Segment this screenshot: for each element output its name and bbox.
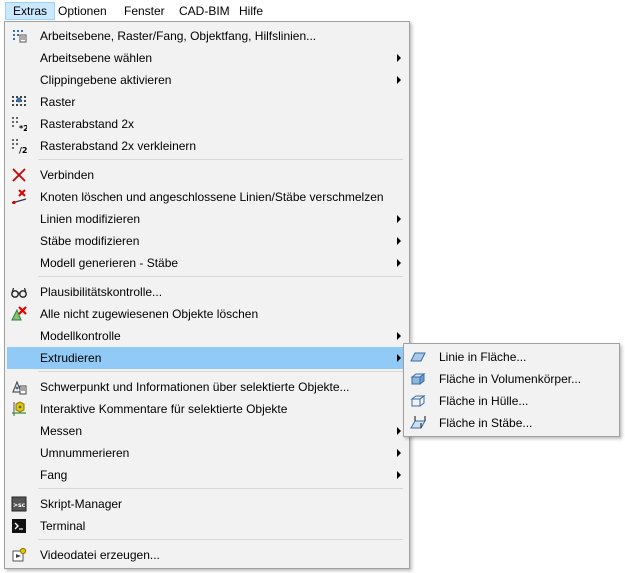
menu-item-select-workplane[interactable]: Arbeitsebene wählen: [7, 47, 407, 69]
menu-item-interactive-comments[interactable]: Interaktive Kommentare für selektierte O…: [7, 398, 407, 420]
menu-item-delete-node[interactable]: Knoten löschen und angeschlossene Linien…: [7, 186, 407, 208]
menu-item-label: Interaktive Kommentare für selektierte O…: [40, 402, 288, 416]
menu-item-grid[interactable]: Raster: [7, 91, 407, 113]
delete-unassigned-icon: [11, 306, 27, 321]
menu-optionen[interactable]: Optionen: [51, 2, 114, 20]
menu-item-label: Videodatei erzeugen...: [40, 548, 160, 562]
menu-item-grid-halve[interactable]: /2 Rasterabstand 2x verkleinern: [7, 135, 407, 157]
menu-item-label: Stäbe modifizieren: [40, 234, 140, 248]
menu-item-measure[interactable]: Messen: [7, 420, 407, 442]
menu-item-label: Rasterabstand 2x verkleinern: [40, 139, 197, 153]
extrude-submenu: Linie in Fläche... Fläche in Volumenkörp…: [403, 343, 620, 437]
menu-separator: [38, 539, 403, 540]
menu-extras[interactable]: Extras: [5, 2, 56, 20]
menu-separator: [38, 488, 403, 489]
submenu-arrow-icon: [397, 449, 401, 457]
menu-item-label: Skript-Manager: [40, 497, 123, 511]
comment-icon: [12, 401, 26, 416]
submenu-item-label: Fläche in Hülle...: [439, 394, 529, 408]
centroid-info-icon: [12, 380, 27, 395]
menu-hilfe[interactable]: Hilfe: [232, 2, 270, 20]
menu-item-label: Messen: [40, 424, 83, 438]
grid-icon: [12, 96, 26, 106]
menu-item-modify-members[interactable]: Stäbe modifizieren: [7, 230, 407, 252]
menu-item-label: Plausibilitätskontrolle...: [40, 285, 163, 299]
menu-separator: [38, 159, 403, 160]
menu-separator: [38, 276, 403, 277]
svg-text:/2: /2: [19, 146, 27, 154]
menu-separator: [38, 371, 403, 372]
menu-item-connect[interactable]: Verbinden: [7, 164, 407, 186]
menu-item-terminal[interactable]: Terminal: [7, 515, 407, 537]
menu-item-clipping-plane[interactable]: Clippingebene aktivieren: [7, 69, 407, 91]
submenu-arrow-icon: [397, 215, 401, 223]
menu-item-label: Rasterabstand 2x: [40, 117, 135, 131]
script-manager-icon: >sc: [11, 496, 27, 512]
surface-to-members-icon: [410, 416, 426, 429]
menu-item-label: Alle nicht zugewiesenen Objekte löschen: [40, 307, 259, 321]
submenu-arrow-icon: [397, 354, 401, 362]
grid-double-icon: *2: [12, 117, 27, 132]
menu-bar: Extras Optionen Fenster CAD-BIM Hilfe: [0, 0, 625, 22]
submenu-item-label: Fläche in Stäbe...: [439, 416, 533, 430]
svg-text:>sc: >sc: [13, 502, 26, 509]
menu-item-label: Fang: [40, 468, 68, 482]
submenu-arrow-icon: [397, 237, 401, 245]
menu-item-label: Linien modifizieren: [40, 212, 141, 226]
menu-item-workplane-settings[interactable]: Arbeitsebene, Raster/Fang, Objektfang, H…: [7, 25, 407, 47]
submenu-arrow-icon: [397, 259, 401, 267]
surface-to-solid-icon: [410, 373, 426, 385]
menu-item-label: Knoten löschen und angeschlossene Linien…: [40, 190, 384, 204]
menu-item-label: Modellkontrolle: [40, 329, 121, 343]
menu-fenster[interactable]: Fenster: [117, 2, 172, 20]
menu-item-label: Modell generieren - Stäbe: [40, 256, 179, 270]
menu-item-label: Extrudieren: [40, 351, 102, 365]
menu-item-modify-lines[interactable]: Linien modifizieren: [7, 208, 407, 230]
video-icon: [12, 547, 27, 562]
menu-item-delete-unassigned[interactable]: Alle nicht zugewiesenen Objekte löschen: [7, 303, 407, 325]
menu-item-label: Arbeitsebene wählen: [40, 51, 153, 65]
svg-text:*2: *2: [19, 124, 27, 132]
extras-dropdown-menu: Arbeitsebene, Raster/Fang, Objektfang, H…: [4, 21, 410, 569]
submenu-arrow-icon: [397, 76, 401, 84]
submenu-item-label: Linie in Fläche...: [439, 350, 527, 364]
menu-item-plausibility-check[interactable]: Plausibilitätskontrolle...: [7, 281, 407, 303]
submenu-arrow-icon: [397, 471, 401, 479]
menu-item-label: Terminal: [40, 519, 86, 533]
submenu-item-label: Fläche in Volumenkörper...: [439, 372, 582, 386]
menu-item-script-manager[interactable]: >sc Skript-Manager: [7, 493, 407, 515]
submenu-item-surface-to-solid[interactable]: Fläche in Volumenkörper...: [406, 368, 617, 390]
menu-cad-bim[interactable]: CAD-BIM: [172, 2, 237, 20]
menu-item-model-check[interactable]: Modellkontrolle: [7, 325, 407, 347]
surface-to-shell-icon: [410, 395, 426, 407]
grid-settings-icon: [13, 30, 27, 43]
menu-item-label: Schwerpunkt und Informationen über selek…: [40, 380, 350, 394]
menu-item-extrude[interactable]: Extrudieren: [7, 347, 407, 369]
menu-item-generate-members[interactable]: Modell generieren - Stäbe: [7, 252, 407, 274]
menu-item-renumber[interactable]: Umnummerieren: [7, 442, 407, 464]
menu-item-create-video[interactable]: Videodatei erzeugen...: [7, 544, 407, 566]
submenu-arrow-icon: [397, 427, 401, 435]
grid-halve-icon: /2: [12, 139, 27, 154]
glasses-icon: [11, 287, 27, 298]
menu-item-label: Verbinden: [40, 168, 95, 182]
menu-item-label: Clippingebene aktivieren: [40, 73, 172, 87]
terminal-icon: [12, 519, 26, 533]
menu-item-centroid-info[interactable]: Schwerpunkt und Informationen über selek…: [7, 376, 407, 398]
menu-item-label: Umnummerieren: [40, 446, 130, 460]
delete-node-icon: [11, 189, 27, 205]
submenu-arrow-icon: [397, 332, 401, 340]
menu-item-snap[interactable]: Fang: [7, 464, 407, 486]
submenu-item-surface-to-members[interactable]: Fläche in Stäbe...: [406, 412, 617, 434]
submenu-item-surface-to-shell[interactable]: Fläche in Hülle...: [406, 390, 617, 412]
menu-item-grid-double[interactable]: *2 Rasterabstand 2x: [7, 113, 407, 135]
menu-item-label: Arbeitsebene, Raster/Fang, Objektfang, H…: [40, 29, 317, 43]
submenu-arrow-icon: [397, 54, 401, 62]
line-to-surface-icon: [410, 352, 426, 362]
submenu-item-line-to-surface[interactable]: Linie in Fläche...: [406, 346, 617, 368]
connect-icon: [12, 168, 26, 182]
menu-item-label: Raster: [40, 95, 76, 109]
